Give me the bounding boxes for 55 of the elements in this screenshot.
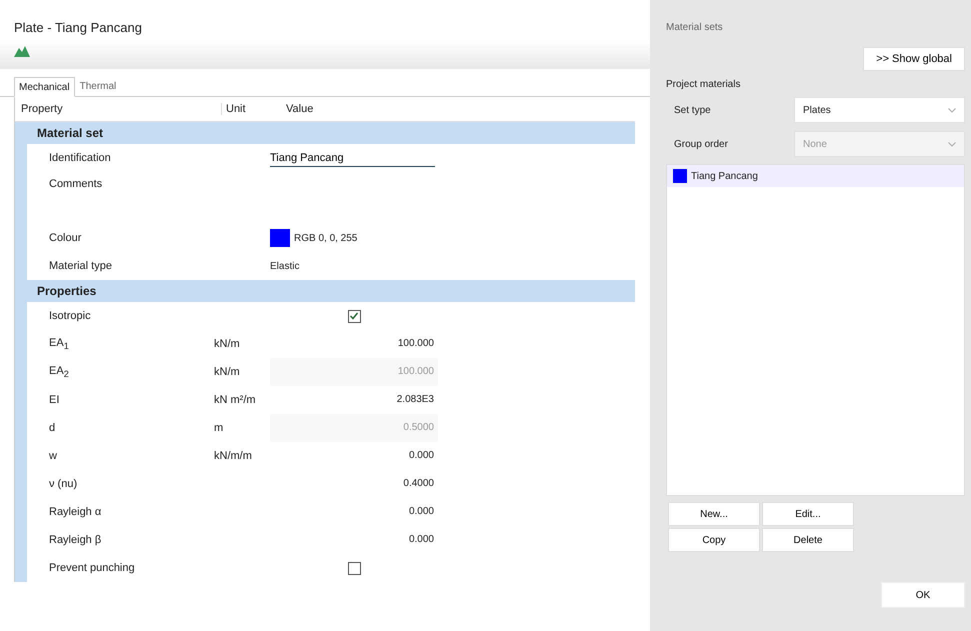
section-label: Project materials [666,79,742,90]
property-label: d [48,422,56,434]
number-value[interactable]: 0.000 [270,498,438,526]
property-label: Rayleigh β [48,534,102,546]
action-button[interactable]: Copy [668,528,760,552]
property-label: Colour [48,232,82,244]
property-label: ν (nu) [48,478,78,490]
group-header: Material set [15,122,635,144]
color-value: RGB 0, 0, 255 [294,232,358,244]
number-value[interactable]: 0.000 [270,442,438,470]
property-label: EI [48,394,60,406]
chevron-down-icon [948,142,956,146]
checkbox[interactable] [348,562,360,574]
property-label: Isotropic [48,310,92,322]
unit-label: m [214,422,224,434]
material-item[interactable]: Tiang Pancang [667,165,964,187]
chevron-down-icon [948,108,956,112]
number-value[interactable]: 2.083E3 [270,386,438,414]
window-title: Plate - Tiang Pancang [13,19,143,37]
tab[interactable]: Mechanical [14,77,75,97]
number-value[interactable]: 0.000 [270,526,438,554]
group-order-label: Group order [673,138,729,150]
number-value: 100.000 [270,358,438,386]
checkbox[interactable] [348,310,360,322]
property-label: Material type [48,260,113,272]
action-button[interactable]: New... [668,502,760,526]
set-type-dropdown[interactable]: Plates [794,97,965,123]
unit-label: kN m²/m [214,394,256,406]
unit-label: kN/m/m [214,450,252,462]
action-button[interactable]: Delete [762,528,854,552]
property-label: Rayleigh α [48,506,102,518]
property-label: EA$_{2}$ [48,364,70,380]
unit-label: kN/m [214,366,240,378]
number-value[interactable]: 100.000 [270,330,438,358]
column-header: Property [15,103,222,115]
property-label: w [48,450,58,462]
set-type-label: Set type [673,104,712,116]
column-header: Value [285,103,314,115]
number-value: 0.5000 [270,414,438,442]
ok-button[interactable]: OK [881,582,965,608]
color-swatch[interactable] [270,229,290,247]
property-label: EA$_{1}$ [48,336,70,352]
property-label: Prevent punching [48,562,136,574]
show-global-button[interactable]: >> Show global [863,47,965,71]
property-label: Identification [48,152,112,164]
column-header: Unit [225,103,247,115]
tab[interactable]: Thermal [74,77,122,96]
number-value[interactable]: 0.4000 [270,470,438,498]
panel-title: Material sets [666,22,724,33]
property-label: Comments [48,178,104,190]
action-button[interactable]: Edit... [762,502,854,526]
material-type-value[interactable]: Elastic [270,260,300,272]
unit-label: kN/m [214,338,240,350]
group-header: Properties [15,280,635,302]
mountain-icon[interactable] [14,45,30,57]
